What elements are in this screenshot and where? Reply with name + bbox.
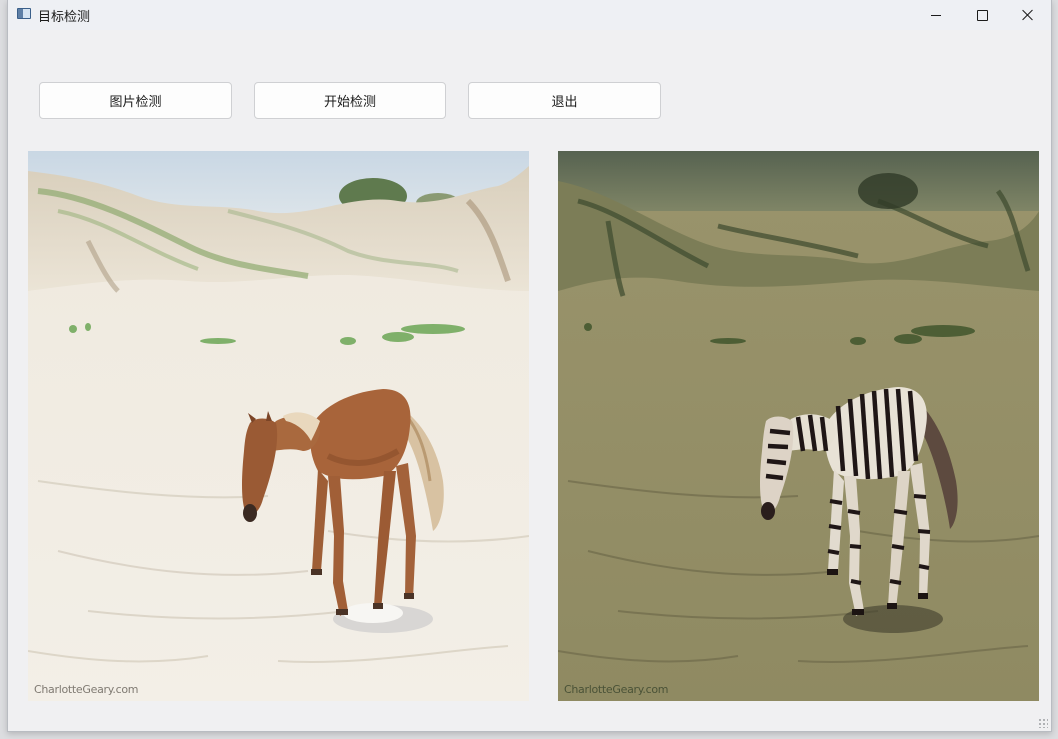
result-image-watermark: CharlotteGeary.com [564, 683, 669, 696]
close-icon [1022, 9, 1034, 21]
start-detect-button[interactable]: 开始检测 [254, 82, 446, 119]
minimize-icon [931, 14, 941, 16]
maximize-button[interactable] [959, 0, 1005, 30]
image-detect-button[interactable]: 图片检测 [39, 82, 232, 119]
window-title: 目标检测 [38, 10, 91, 25]
zebra-photo [558, 151, 1039, 701]
maximize-icon [976, 9, 988, 21]
app-window: 目标检测 图片检测 开始检测 退出 CharlotteGeary.com Cha… [7, 0, 1052, 732]
horse-photo [28, 151, 529, 701]
source-image-watermark: CharlotteGeary.com [34, 683, 139, 696]
exit-button[interactable]: 退出 [468, 82, 661, 119]
main-panel: 图片检测 开始检测 退出 CharlotteGeary.com Charlott… [8, 30, 1051, 731]
resize-grip-icon[interactable] [1038, 718, 1048, 728]
close-button[interactable] [1005, 0, 1051, 30]
result-image: CharlotteGeary.com [558, 151, 1039, 701]
app-window-icon [17, 8, 31, 19]
source-image: CharlotteGeary.com [28, 151, 529, 701]
minimize-button[interactable] [913, 0, 959, 30]
title-bar[interactable]: 目标检测 [8, 0, 1051, 30]
